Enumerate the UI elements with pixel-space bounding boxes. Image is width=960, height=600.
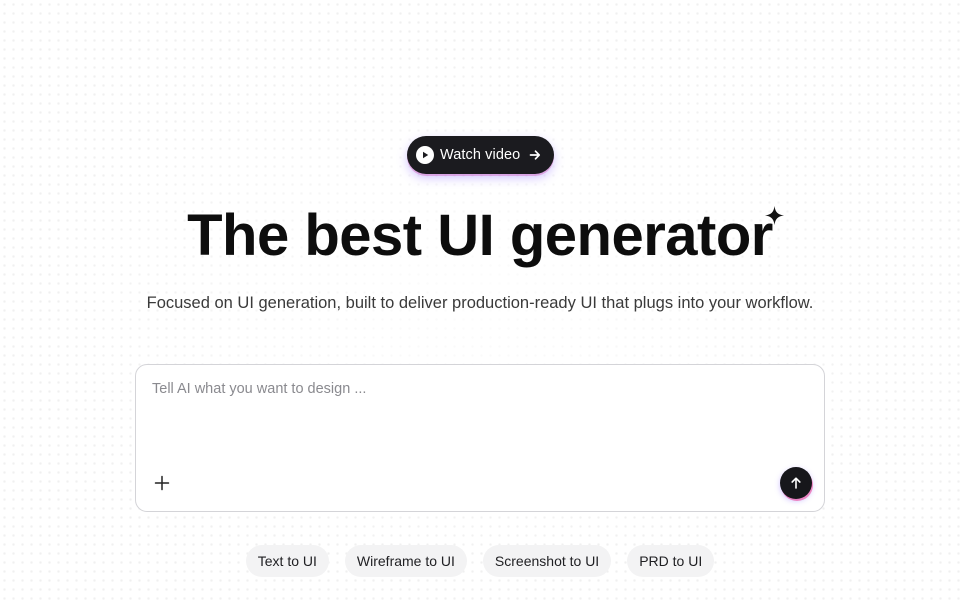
arrow-right-icon [528, 148, 542, 162]
hero-section: Watch video The best UI generator Focuse… [0, 0, 960, 600]
chip-wireframe-to-ui[interactable]: Wireframe to UI [344, 545, 467, 577]
chip-prd-to-ui[interactable]: PRD to UI [627, 545, 715, 577]
page-subtitle: Focused on UI generation, built to deliv… [146, 294, 814, 312]
watch-video-button[interactable]: Watch video [407, 136, 554, 174]
arrow-up-icon [791, 477, 801, 489]
chip-screenshot-to-ui[interactable]: Screenshot to UI [482, 545, 612, 577]
prompt-box [135, 364, 825, 512]
play-icon [416, 146, 434, 164]
send-button[interactable] [780, 467, 812, 499]
watch-video-label: Watch video [440, 147, 521, 163]
sparkle-icon [765, 206, 784, 225]
page-title: The best UI generator [187, 203, 773, 268]
plus-icon [154, 475, 170, 491]
prompt-input[interactable] [152, 377, 792, 401]
mode-chips: Text to UI Wireframe to UI Screenshot to… [0, 545, 960, 577]
chip-text-to-ui[interactable]: Text to UI [245, 545, 329, 577]
add-attachment-button[interactable] [152, 473, 172, 493]
